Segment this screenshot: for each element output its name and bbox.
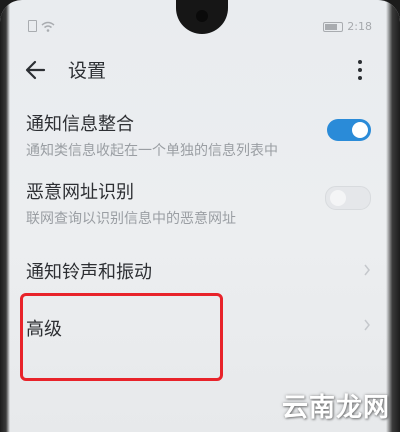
- phone-bezel-left: [0, 0, 10, 432]
- page-title: 设置: [68, 60, 107, 82]
- status-left: [28, 20, 55, 32]
- setting-title: 通知铃声和振动: [26, 262, 152, 283]
- phone-screen: 2:18 设置 通知信息整合 通知类信息收起在一个单独的信息列表中 恶意网址识别…: [0, 0, 400, 432]
- setting-title: 恶意网址识别: [26, 182, 134, 203]
- setting-notification-merge[interactable]: 通知信息整合 通知类信息收起在一个单独的信息列表中: [26, 110, 371, 160]
- status-right: 2:18: [323, 20, 372, 33]
- setting-subtitle: 联网查询以识别信息中的恶意网址: [26, 211, 236, 227]
- setting-title: 通知信息整合: [26, 114, 134, 135]
- setting-malicious-url[interactable]: 恶意网址识别 联网查询以识别信息中的恶意网址: [26, 178, 371, 228]
- watermark: 云南龙网: [281, 393, 390, 423]
- chevron-right-icon: [364, 319, 370, 331]
- chevron-right-icon: [364, 264, 370, 276]
- status-bar: 2:18: [28, 20, 372, 36]
- phone-bezel-right: [386, 0, 400, 432]
- status-time: 2:18: [347, 20, 372, 33]
- setting-ringtone-vibration[interactable]: 通知铃声和振动: [26, 258, 371, 284]
- battery-icon: [323, 21, 344, 32]
- toggle-knob: [330, 190, 346, 206]
- notification-merge-toggle[interactable]: [327, 119, 371, 141]
- header: 设置: [24, 56, 364, 86]
- highlight-box: [20, 293, 223, 381]
- back-arrow-icon[interactable]: [24, 56, 48, 84]
- wifi-icon: [41, 21, 55, 32]
- sim-card-icon: [28, 20, 37, 32]
- malicious-url-toggle[interactable]: [325, 186, 371, 210]
- toggle-knob: [352, 122, 368, 138]
- more-options-icon[interactable]: [356, 58, 364, 82]
- setting-subtitle: 通知类信息收起在一个单独的信息列表中: [26, 143, 278, 159]
